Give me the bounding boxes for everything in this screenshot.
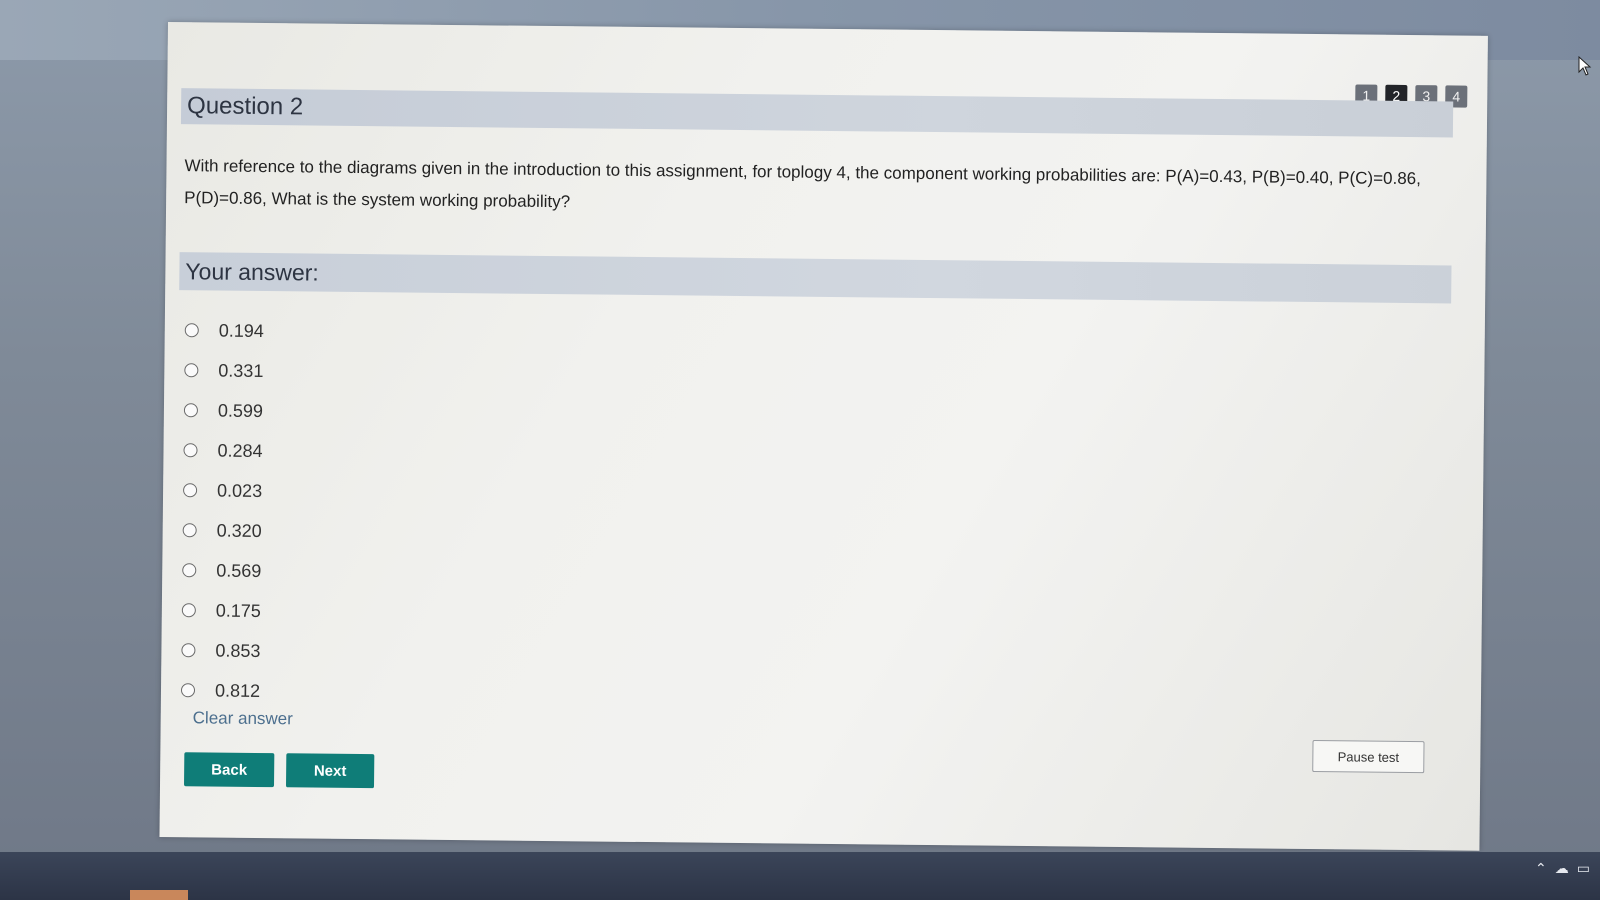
battery-icon[interactable]: ▭ [1577,860,1590,877]
clear-answer-link[interactable]: Clear answer [193,708,293,729]
answer-option-label: 0.320 [216,520,262,541]
answer-option[interactable]: 0.569 [182,550,261,591]
answer-option-label: 0.175 [215,600,261,621]
answer-option[interactable]: 0.599 [183,390,264,431]
question-text: With reference to the diagrams given in … [184,156,1421,212]
answer-option-label: 0.853 [215,640,261,661]
answer-option[interactable]: 0.331 [184,350,264,391]
cloud-icon[interactable]: ☁ [1555,860,1569,877]
answer-header-title: Your answer: [185,257,319,286]
taskbar [0,852,1600,900]
answer-option[interactable]: 0.023 [183,470,262,511]
answer-option-label: 0.599 [217,400,264,421]
question-title: Question 2 [186,92,304,121]
answer-option-label: 0.194 [218,320,264,341]
answer-option-label: 0.331 [218,360,264,381]
radio-button[interactable] [182,523,197,538]
pause-test-button[interactable]: Pause test [1312,740,1425,774]
next-button[interactable]: Next [285,753,375,789]
radio-button[interactable] [182,563,197,578]
radio-button[interactable] [184,323,199,338]
radio-button[interactable] [181,643,196,658]
back-button[interactable]: Back [183,752,275,788]
radio-button[interactable] [180,683,196,698]
answer-option[interactable]: 0.853 [181,630,261,671]
radio-button[interactable] [183,483,198,498]
answer-option-label: 0.569 [216,560,262,581]
answer-header: Your answer: [179,252,1452,304]
test-page: 1 2 3 4 Question 2 With reference to the… [159,22,1488,851]
answer-options-list: 0.194 0.331 0.599 0.284 0.023 0.320 0.56… [180,310,264,711]
answer-option[interactable]: 0.194 [184,310,264,351]
answer-option[interactable]: 0.812 [180,670,261,711]
answer-option[interactable]: 0.284 [183,430,263,471]
answer-option-label: 0.284 [217,440,263,461]
mouse-pointer-icon [1578,56,1592,76]
answer-option-label: 0.812 [214,680,261,701]
radio-button[interactable] [183,403,199,418]
answer-option-label: 0.023 [216,480,263,501]
question-header: Question 2 [180,88,1454,138]
radio-button[interactable] [181,603,196,618]
radio-button[interactable] [183,443,198,458]
answer-option[interactable]: 0.320 [182,510,262,551]
answer-option[interactable]: 0.175 [181,590,261,631]
radio-button[interactable] [184,363,199,378]
taskbar-active-app[interactable] [130,890,188,900]
chevron-up-icon[interactable]: ⌃ [1535,860,1547,877]
system-tray: ⌃ ☁ ▭ [1535,860,1590,877]
